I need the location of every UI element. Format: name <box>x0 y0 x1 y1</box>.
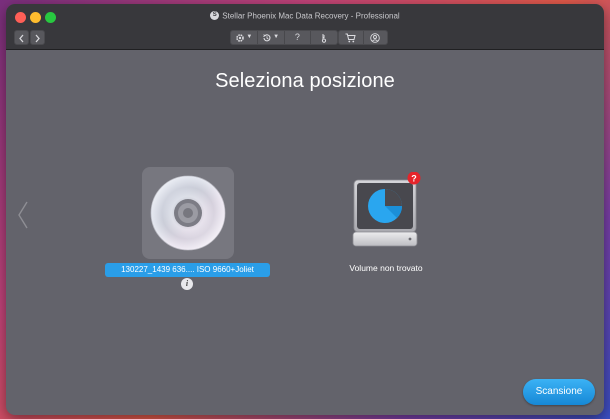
previous-page-button[interactable] <box>16 200 30 230</box>
app-logo-icon: S <box>210 11 220 21</box>
history-button[interactable]: ▼ <box>258 31 285 44</box>
volume-label-not-found: Volume non trovato <box>349 263 423 273</box>
hard-drive-icon: ? <box>352 171 421 247</box>
cart-button[interactable] <box>339 31 364 44</box>
key-icon <box>321 33 326 43</box>
toolbar-group-main: ▼ ▼ ? <box>230 30 338 45</box>
gear-icon <box>236 33 245 42</box>
chevron-left-icon <box>19 34 24 43</box>
back-button[interactable] <box>14 30 29 45</box>
help-icon: ? <box>294 32 300 42</box>
history-icon <box>263 33 271 41</box>
activation-button[interactable] <box>311 31 337 44</box>
app-window: S Stellar Phoenix Mac Data Recovery - Pro… <box>6 4 604 415</box>
volume-item-cd[interactable] <box>142 167 234 259</box>
chevron-left-icon <box>18 201 28 229</box>
title-bar: S Stellar Phoenix Mac Data Recovery - Pro… <box>6 4 604 50</box>
settings-button[interactable]: ▼ <box>231 31 258 44</box>
user-icon <box>370 32 381 43</box>
forward-button[interactable] <box>30 30 45 45</box>
badge-text: ? <box>411 174 417 184</box>
toolbar-group-account <box>338 30 388 45</box>
chevron-down-icon: ▼ <box>273 34 280 40</box>
window-title-text: Stellar Phoenix Mac Data Recovery - Prof… <box>222 11 400 21</box>
page-title: Seleziona posizione <box>215 70 395 92</box>
scan-button[interactable]: Scansione <box>523 379 595 405</box>
volume-item-not-found[interactable]: ? <box>344 171 426 252</box>
account-button[interactable] <box>364 31 388 44</box>
cart-icon <box>345 33 356 42</box>
window-title: S Stellar Phoenix Mac Data Recovery - Pro… <box>6 11 604 21</box>
help-button[interactable]: ? <box>285 31 312 44</box>
chevron-down-icon: ▼ <box>246 34 253 40</box>
volume-label-cd[interactable]: 130227_1439 636.... ISO 9660+Joliet <box>105 263 270 277</box>
info-icon[interactable]: i <box>181 278 193 290</box>
chevron-right-icon <box>35 34 40 43</box>
cd-icon <box>150 175 226 251</box>
